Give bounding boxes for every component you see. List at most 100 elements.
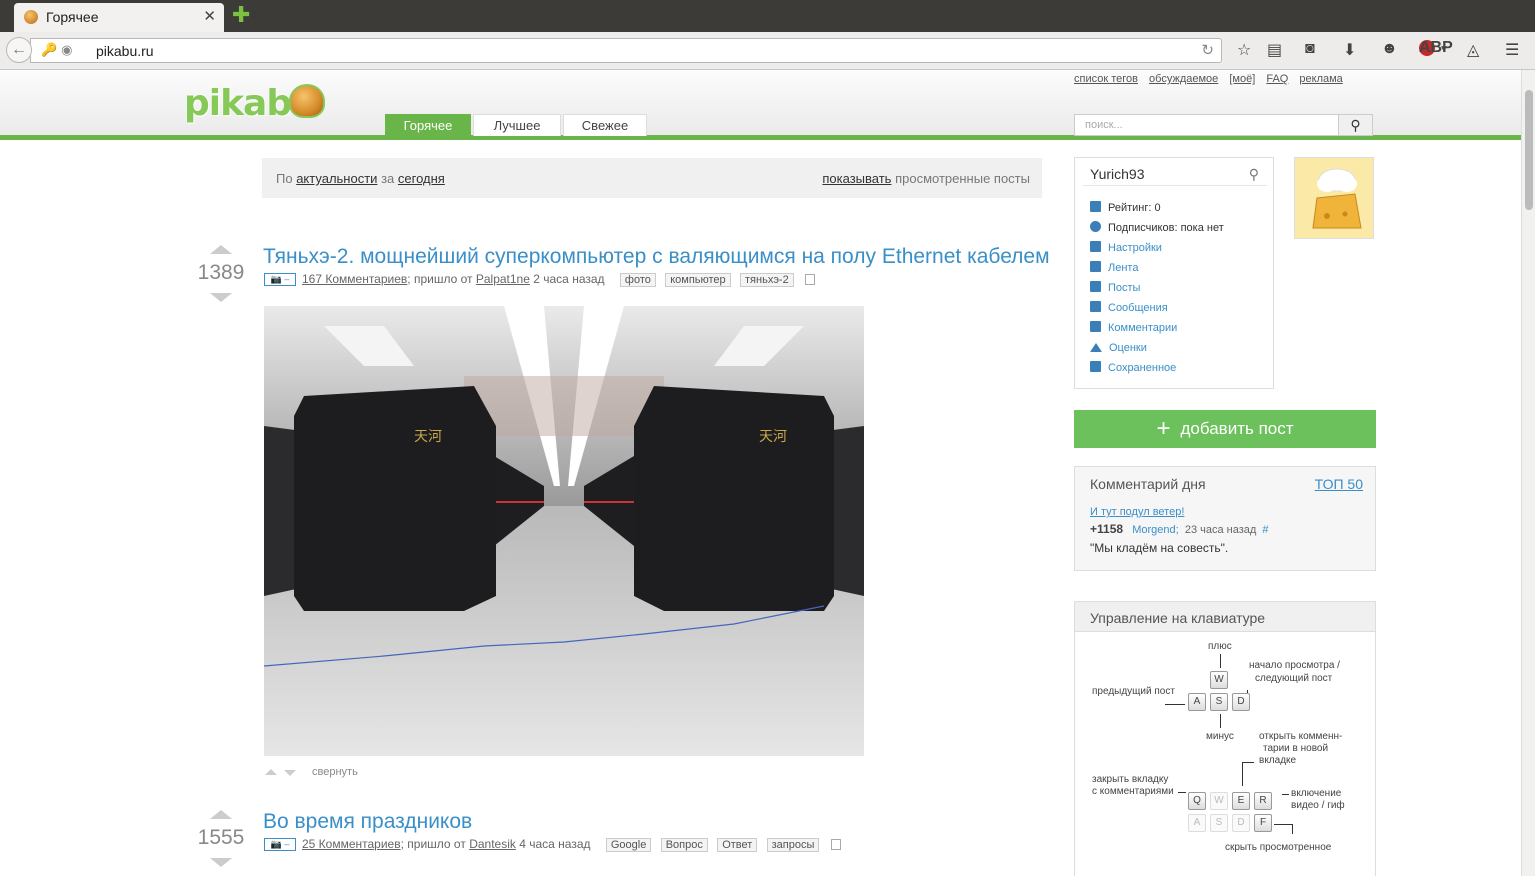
emoji-icon[interactable]: ☻ <box>1381 40 1398 58</box>
subscribers-item: Подписчиков: пока нет <box>1090 221 1224 241</box>
comment-author-link[interactable]: Morgend; <box>1132 524 1178 536</box>
tag[interactable]: тяньхэ-2 <box>740 273 794 287</box>
download-icon[interactable]: ⬇ <box>1343 40 1356 60</box>
username[interactable]: Yurich93 <box>1090 166 1144 182</box>
reload-icon[interactable]: ↻ <box>1201 41 1214 59</box>
top50-link[interactable]: ТОП 50 <box>1315 476 1363 492</box>
menu-label: Комментарии <box>1108 322 1178 334</box>
filter-sort-link[interactable]: актуальности <box>296 171 377 186</box>
key-r: R <box>1254 792 1272 810</box>
save-post-icon[interactable] <box>830 839 841 851</box>
tab-hot[interactable]: Горячее <box>385 114 471 136</box>
post-image[interactable]: 天河 天河 <box>264 306 864 756</box>
show-viewed-link[interactable]: показывать <box>822 171 891 186</box>
comment-score: +1158 <box>1090 522 1124 536</box>
save-icon <box>1090 361 1101 372</box>
menu-label: Оценки <box>1109 342 1147 354</box>
comment-hash-link[interactable]: # <box>1262 524 1268 536</box>
upvote-icon[interactable] <box>210 245 232 254</box>
comment-post-link[interactable]: И тут подул ветер! <box>1090 506 1184 518</box>
menu-comments[interactable]: Комментарии <box>1090 321 1224 341</box>
collapse-link[interactable]: свернуть <box>312 766 358 778</box>
menu-messages[interactable]: Сообщения <box>1090 301 1224 321</box>
comments-link[interactable]: 25 Комментариев <box>302 837 401 851</box>
tag[interactable]: запросы <box>766 838 820 852</box>
menu-saved[interactable]: Сохраненное <box>1090 361 1224 381</box>
tab-best[interactable]: Лучшее <box>473 114 561 136</box>
tag[interactable]: Вопрос <box>660 838 708 852</box>
pikabu-favicon-icon <box>24 10 38 24</box>
comment-quote: "Мы кладём на совесть". <box>1090 541 1229 555</box>
comments-link[interactable]: 167 Комментариев <box>302 272 407 286</box>
tag[interactable]: Ответ <box>717 838 758 852</box>
kb-label-minus: минус <box>1206 731 1234 742</box>
link-tag-list[interactable]: список тегов <box>1074 73 1138 85</box>
author-link[interactable]: Palpat1ne <box>476 272 530 286</box>
posts-icon <box>1090 281 1101 292</box>
post-time: 4 часа назад <box>519 837 591 851</box>
post-title[interactable]: Тяньхэ-2. мощнейший суперкомпьютер с вал… <box>263 245 1050 269</box>
menu-feed[interactable]: Лента <box>1090 261 1224 281</box>
downvote-icon[interactable] <box>210 858 232 867</box>
tab-fresh[interactable]: Свежее <box>563 114 647 136</box>
tag[interactable]: Google <box>605 838 652 852</box>
pin-icon[interactable]: ⚲ <box>1249 166 1259 183</box>
kb-connector <box>1292 824 1293 834</box>
viewed-posts-label: просмотренные посты <box>895 171 1030 186</box>
author-link[interactable]: Dantesik <box>469 837 516 851</box>
kb-label-close2: с комментариями <box>1092 786 1174 797</box>
rating-item: Рейтинг: 0 <box>1090 201 1224 221</box>
menu-settings[interactable]: Настройки <box>1090 241 1224 261</box>
rating-label: Рейтинг: 0 <box>1108 202 1161 214</box>
menu-votes[interactable]: Оценки <box>1090 341 1224 361</box>
kb-label-video2: видео / гиф <box>1291 800 1345 811</box>
sync-icon[interactable]: ◬ <box>1467 40 1479 60</box>
new-tab-plus-icon[interactable]: ✚ <box>232 4 250 26</box>
post-title[interactable]: Во время праздников <box>263 810 472 834</box>
link-mine[interactable]: [моё] <box>1229 73 1255 85</box>
save-post-icon[interactable] <box>805 274 816 286</box>
menu-hamburger-icon[interactable]: ☰ <box>1505 40 1519 60</box>
small-downvote-icon[interactable] <box>284 770 296 776</box>
link-ads[interactable]: реклама <box>1299 73 1342 85</box>
bookmark-star-icon[interactable]: ☆ <box>1237 40 1251 60</box>
tag[interactable]: компьютер <box>665 273 731 287</box>
filter-by-label: По <box>276 171 293 186</box>
search-input[interactable]: поиск... <box>1074 114 1339 136</box>
kb-connector <box>1165 704 1185 705</box>
menu-posts[interactable]: Посты <box>1090 281 1224 301</box>
photo-icon: 📷 – <box>264 838 296 852</box>
tag[interactable]: фото <box>619 273 656 287</box>
upvote-icon[interactable] <box>210 810 232 819</box>
url-bar[interactable]: 🔑◉ pikabu.ru ↻ <box>30 38 1222 63</box>
kb-label-video1: включение <box>1291 788 1342 799</box>
back-button[interactable]: ← <box>6 37 32 63</box>
link-discussed[interactable]: обсуждаемое <box>1149 73 1218 85</box>
search-icon[interactable]: ⚲ <box>1338 114 1373 136</box>
post-time: 2 часа назад <box>533 272 605 286</box>
menu-label: Настройки <box>1108 242 1162 254</box>
url-text[interactable]: pikabu.ru <box>96 43 154 59</box>
browser-navbar: 🔑◉ pikabu.ru ↻ ← ☆ ▤ ◙ ⬇ ☻ ABP ▼ ◬ ☰ <box>0 32 1535 70</box>
scrollbar-thumb[interactable] <box>1525 90 1533 210</box>
filter-bar: По актуальности за сегодня показывать пр… <box>262 158 1042 198</box>
filter-period-link[interactable]: сегодня <box>398 171 445 186</box>
key-w-faded: W <box>1210 792 1228 810</box>
user-menu: Рейтинг: 0 Подписчиков: пока нет Настрой… <box>1090 201 1224 381</box>
kb-label-prev: предыдущий пост <box>1092 686 1175 697</box>
small-upvote-icon[interactable] <box>265 769 277 775</box>
add-post-button[interactable]: + добавить пост <box>1074 410 1376 448</box>
link-faq[interactable]: FAQ <box>1266 73 1288 85</box>
pocket-icon[interactable]: ◙ <box>1305 40 1315 58</box>
page-scrollbar[interactable] <box>1521 70 1535 876</box>
key-d-faded: D <box>1232 814 1250 832</box>
reading-list-icon[interactable]: ▤ <box>1267 40 1282 60</box>
avatar[interactable] <box>1294 157 1374 239</box>
divider <box>1083 185 1267 186</box>
adblock-dropdown-icon[interactable]: ▼ <box>1439 44 1449 55</box>
close-tab-icon[interactable]: ✕ <box>203 7 216 25</box>
browser-tab[interactable]: Горячее ✕ <box>14 3 224 32</box>
muffin-logo-icon[interactable] <box>289 84 325 118</box>
browser-tabbar: Горячее ✕ ✚ <box>0 0 1535 32</box>
downvote-icon[interactable] <box>210 293 232 302</box>
